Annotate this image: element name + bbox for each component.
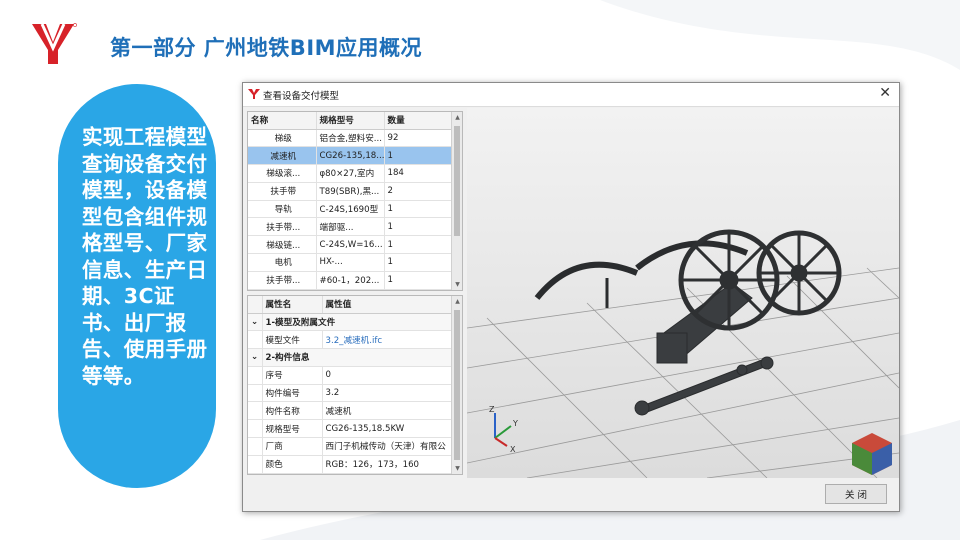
device-spec-cell: T89(SBR),黑... — [316, 182, 385, 201]
device-spec-cell: #60-1，202... — [316, 271, 385, 290]
attr-name-cell: 厂商 — [262, 437, 323, 456]
table-row[interactable]: 梯级滚... φ80×27,室内 184 — [248, 164, 453, 183]
device-spec-cell: 端部驱... — [316, 217, 385, 237]
model-render: Z Y X — [467, 108, 899, 478]
table-row[interactable]: 扶手带... #60-1，202... 1 — [248, 271, 453, 290]
scroll-down-icon[interactable]: ▼ — [452, 463, 462, 474]
page-title: 第一部分 广州地铁BIM应用概况 — [110, 36, 423, 60]
table-row[interactable]: 构件名称 减速机 — [248, 401, 453, 421]
device-name-cell: 梯级链... — [248, 235, 317, 255]
column-header-name[interactable]: 名称 — [248, 112, 317, 130]
attr-section-row[interactable]: ⌄ 2-构件信息 — [248, 348, 453, 367]
device-qty-cell: 1 — [384, 271, 453, 290]
device-qty-cell: 1 — [384, 217, 453, 237]
table-row[interactable]: 构件编号 3.2 — [248, 384, 453, 403]
column-header-spec[interactable]: 规格型号 — [316, 112, 385, 130]
device-list: 名称 规格型号 数量 梯级 铝合金,塑料安... 92 减速机 CG26-135,18.… — [247, 111, 463, 291]
attr-value-cell: 3.2 — [322, 384, 453, 403]
attr-name-cell: 构件名称 — [262, 401, 323, 421]
axis-label-y: Y — [512, 419, 518, 428]
device-spec-cell: 铝合金,塑料安... — [316, 129, 385, 148]
device-name-cell: 减速机 — [248, 146, 317, 166]
scroll-down-icon[interactable]: ▼ — [452, 279, 462, 290]
attr-value-cell: RGB：126，173，160 — [322, 455, 453, 474]
attr-value-cell: CG26-135,18.5KW — [322, 419, 453, 439]
close-icon[interactable]: ✕ — [879, 85, 891, 101]
table-row[interactable]: 导轨 C-24S,1690型 1 — [248, 200, 453, 219]
attr-name-cell: 序号 — [262, 366, 323, 385]
company-logo — [32, 23, 77, 64]
table-row[interactable]: 减速机 CG26-135,18... 1 — [248, 146, 453, 166]
device-name-cell: 导轨 — [248, 200, 317, 219]
device-model-dialog: 查看设备交付模型 ✕ 名称 规格型号 数量 梯级 铝合金,塑料安... 92 减速机 C… — [242, 82, 900, 512]
attr-section-row[interactable]: ⌄ 1-模型及附属文件 — [248, 313, 453, 332]
device-spec-cell: C-24S,W=16... — [316, 235, 385, 255]
attribute-table: 属性名 属性值 ⌄ 1-模型及附属文件 模型文件 3.2_减速机.ifc ⌄ 2-构件信息… — [248, 296, 453, 474]
dialog-titlebar[interactable]: 查看设备交付模型 ✕ — [243, 83, 899, 107]
device-qty-cell: 1 — [384, 146, 453, 166]
device-name-cell: 扶手带... — [248, 217, 317, 237]
scroll-thumb[interactable] — [454, 126, 460, 236]
attr-value-cell: 0 — [322, 366, 453, 385]
close-button[interactable]: 关 闭 — [825, 484, 887, 504]
attr-section-label: 2-构件信息 — [262, 348, 453, 367]
table-row[interactable]: 规格型号 CG26-135,18.5KW — [248, 419, 453, 439]
table-row[interactable]: 梯级 铝合金,塑料安... 92 — [248, 129, 453, 148]
table-row[interactable]: 厂商 西门子机械传动（天津）有限公 — [248, 437, 453, 456]
table-row[interactable]: 扶手带... 端部驱... 1 — [248, 217, 453, 237]
attr-value-cell: 减速机 — [322, 401, 453, 421]
table-row[interactable]: 电机 HX-... 1 — [248, 253, 453, 272]
attr-name-cell: 颜色 — [262, 455, 323, 474]
device-table: 名称 规格型号 数量 梯级 铝合金,塑料安... 92 减速机 CG26-135,18.… — [248, 112, 453, 290]
scroll-thumb[interactable] — [454, 310, 460, 460]
device-name-cell: 梯级滚... — [248, 164, 317, 183]
axis-label-z: Z — [489, 405, 495, 414]
device-qty-cell: 1 — [384, 200, 453, 219]
device-name-cell: 电机 — [248, 253, 317, 272]
column-header-attr-value[interactable]: 属性值 — [322, 296, 453, 314]
device-spec-cell: φ80×27,室内 — [316, 164, 385, 183]
device-name-cell: 扶手带... — [248, 271, 317, 290]
device-spec-cell: CG26-135,18... — [316, 146, 385, 166]
device-qty-cell: 2 — [384, 182, 453, 201]
attr-name-cell: 规格型号 — [262, 419, 323, 439]
scroll-up-icon[interactable]: ▲ — [452, 296, 462, 307]
device-qty-cell: 184 — [384, 164, 453, 183]
device-name-cell: 扶手带 — [248, 182, 317, 201]
description-text: 实现工程模型查询设备交付模型，设备模型包含组件规格型号、厂家信息、生产日期、3C… — [82, 125, 208, 388]
chevron-down-icon[interactable]: ⌄ — [248, 348, 263, 367]
attribute-list-scrollbar[interactable]: ▲ ▼ — [451, 296, 462, 474]
attr-section-label: 1-模型及附属文件 — [262, 313, 453, 332]
dialog-footer: 关 闭 — [243, 479, 899, 511]
table-row[interactable]: 扶手带 T89(SBR),黑... 2 — [248, 182, 453, 201]
axis-label-x: X — [510, 445, 516, 454]
device-spec-cell: C-24S,1690型 — [316, 200, 385, 219]
model-3d-viewport[interactable]: Z Y X — [467, 108, 899, 478]
attr-value-cell: 西门子机械传动（天津）有限公 — [322, 437, 453, 456]
attribute-list: 属性名 属性值 ⌄ 1-模型及附属文件 模型文件 3.2_减速机.ifc ⌄ 2-构件信息… — [247, 295, 463, 475]
dialog-title: 查看设备交付模型 — [263, 91, 340, 102]
table-row[interactable]: 颜色 RGB：126，173，160 — [248, 455, 453, 474]
device-spec-cell: HX-... — [316, 253, 385, 272]
device-qty-cell: 1 — [384, 253, 453, 272]
attr-name-cell: 构件编号 — [262, 384, 323, 403]
device-qty-cell: 1 — [384, 235, 453, 255]
app-icon — [248, 89, 260, 99]
attr-name-cell: 模型文件 — [262, 330, 323, 350]
table-row[interactable]: 模型文件 3.2_减速机.ifc — [248, 330, 453, 350]
column-header-qty[interactable]: 数量 — [384, 112, 453, 130]
attr-value-cell: 3.2_减速机.ifc — [322, 330, 453, 350]
chevron-down-icon[interactable]: ⌄ — [248, 313, 263, 332]
column-header-attr-name[interactable]: 属性名 — [262, 296, 323, 314]
device-qty-cell: 92 — [384, 129, 453, 148]
device-name-cell: 梯级 — [248, 129, 317, 148]
scroll-up-icon[interactable]: ▲ — [452, 112, 462, 123]
table-row[interactable]: 序号 0 — [248, 366, 453, 385]
table-row[interactable]: 梯级链... C-24S,W=16... 1 — [248, 235, 453, 255]
device-list-scrollbar[interactable]: ▲ ▼ — [451, 112, 462, 290]
